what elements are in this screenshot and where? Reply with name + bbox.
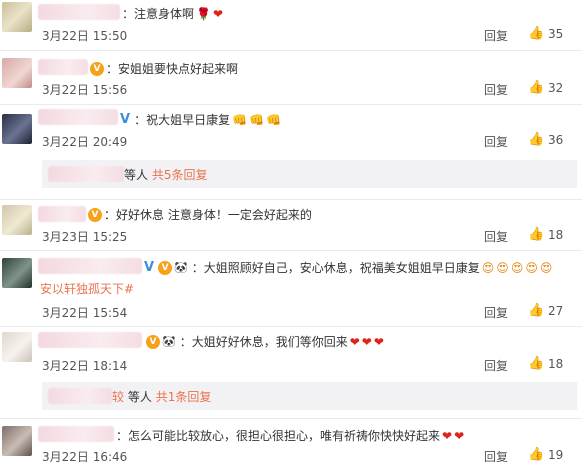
username-blurred[interactable] xyxy=(38,426,114,442)
fist-emoji-icon: 👊 xyxy=(249,112,264,127)
vip-badge-icon: V xyxy=(88,207,102,222)
avatar[interactable] xyxy=(2,114,32,144)
comment-timestamp: 3月23日 15:25 xyxy=(42,230,128,244)
like-count: 19 xyxy=(548,448,564,462)
avatar[interactable] xyxy=(2,205,32,235)
view-replies-link[interactable]: 共5条回复 xyxy=(152,168,208,182)
love-face-emoji-icon: 😍 xyxy=(481,260,495,275)
sub-replies-box[interactable]: 等人 共5条回复 xyxy=(42,160,577,188)
avatar[interactable] xyxy=(2,58,32,88)
username-blurred[interactable] xyxy=(38,206,86,222)
divider xyxy=(0,50,582,51)
reply-button[interactable]: 回复 xyxy=(484,27,508,44)
heart-emoji-icon: ❤ xyxy=(442,428,453,443)
reply-button[interactable]: 回复 xyxy=(484,357,508,374)
avatar[interactable] xyxy=(2,426,32,456)
username-blurred[interactable] xyxy=(48,166,124,182)
comment-timestamp: 3月22日 18:14 xyxy=(42,359,128,373)
verified-v-icon: V xyxy=(120,112,131,127)
thumbs-up-icon[interactable]: 👍 xyxy=(528,356,544,371)
thumbs-up-icon[interactable]: 👍 xyxy=(528,132,544,147)
comment-text: V ：祝大姐早日康复 👊 👊 👊 xyxy=(120,112,281,127)
thumbs-up-icon[interactable]: 👍 xyxy=(528,80,544,95)
sub-replies-box[interactable]: 较 等人 共1条回复 xyxy=(42,382,577,410)
like-count: 32 xyxy=(548,81,564,95)
verified-v-icon: V xyxy=(144,260,155,275)
username-blurred[interactable] xyxy=(38,59,88,75)
topic-tag-link[interactable]: 安以轩独孤天下# xyxy=(40,280,134,297)
panda-badge-icon: 🐼 xyxy=(162,335,176,348)
like-count: 18 xyxy=(548,357,564,371)
thumbs-up-icon[interactable]: 👍 xyxy=(528,26,544,41)
fist-emoji-icon: 👊 xyxy=(265,112,281,127)
heart-emoji-icon: ❤ xyxy=(373,334,384,349)
heart-emoji-icon: ❤ xyxy=(349,334,360,349)
reply-button[interactable]: 回复 xyxy=(484,228,508,245)
username-blurred[interactable] xyxy=(38,332,142,348)
comment-timestamp: 3月22日 16:46 xyxy=(42,450,128,462)
like-count: 36 xyxy=(548,133,564,147)
vip-badge-icon: V xyxy=(146,334,160,349)
avatar[interactable] xyxy=(2,332,32,362)
thumbs-up-icon[interactable]: 👍 xyxy=(528,227,544,242)
vip-badge-icon: V xyxy=(158,260,173,275)
comment-text: ：怎么可能比较放心，很担心很担心，唯有祈祷你快快好起来 ❤ ❤ xyxy=(116,428,465,444)
heart-emoji-icon: ❤ xyxy=(454,428,465,443)
divider xyxy=(0,326,582,327)
avatar[interactable] xyxy=(2,2,32,32)
fist-emoji-icon: 👊 xyxy=(232,112,248,127)
reply-button[interactable]: 回复 xyxy=(484,448,508,462)
comment-timestamp: 3月22日 15:50 xyxy=(42,29,128,43)
like-count: 35 xyxy=(548,27,564,41)
love-face-emoji-icon: 😍 xyxy=(525,260,538,275)
comment-text: V V 🐼 ：大姐照顾好自己，安心休息，祝福美女姐姐早日康复 😍 😍 😍 😍 😍 xyxy=(144,260,553,275)
panda-badge-icon: 🐼 xyxy=(174,261,188,274)
thumbs-up-icon[interactable]: 👍 xyxy=(528,447,544,462)
like-count: 27 xyxy=(548,304,564,318)
username-blurred[interactable] xyxy=(38,258,142,274)
view-replies-link[interactable]: 共1条回复 xyxy=(156,390,212,404)
username-blurred[interactable] xyxy=(38,109,118,125)
comment-timestamp: 3月22日 20:49 xyxy=(42,135,128,149)
username-blurred[interactable] xyxy=(38,4,120,20)
reply-button[interactable]: 回复 xyxy=(484,133,508,150)
love-face-emoji-icon: 😍 xyxy=(510,260,524,275)
divider xyxy=(0,104,582,105)
divider xyxy=(0,418,582,419)
comment-text: V ：好好休息 注意身体！一定会好起来的 xyxy=(88,206,312,223)
comment-timestamp: 3月22日 15:54 xyxy=(42,306,128,320)
username-blurred[interactable] xyxy=(48,388,112,404)
thumbs-up-icon[interactable]: 👍 xyxy=(528,303,544,318)
comment-text: V ：安姐姐要快点好起来啊 xyxy=(90,60,238,77)
heart-emoji-icon: ❤ xyxy=(361,334,372,349)
comment-text: ：注意身体啊 🌹 ❤ xyxy=(122,6,224,22)
comment-timestamp: 3月22日 15:56 xyxy=(42,83,128,97)
vip-badge-icon: V xyxy=(90,61,104,76)
love-face-emoji-icon: 😍 xyxy=(496,260,509,275)
rose-emoji-icon: 🌹 xyxy=(196,6,211,21)
like-count: 18 xyxy=(548,228,564,242)
avatar[interactable] xyxy=(2,258,32,288)
divider xyxy=(0,250,582,251)
reply-button[interactable]: 回复 xyxy=(484,81,508,98)
divider xyxy=(0,199,582,200)
comment-text: V 🐼 ：大姐好好休息，我们等你回来 ❤ ❤ ❤ xyxy=(146,333,384,350)
love-face-emoji-icon: 😍 xyxy=(539,260,553,275)
reply-button[interactable]: 回复 xyxy=(484,304,508,321)
heart-emoji-icon: ❤ xyxy=(212,6,224,21)
